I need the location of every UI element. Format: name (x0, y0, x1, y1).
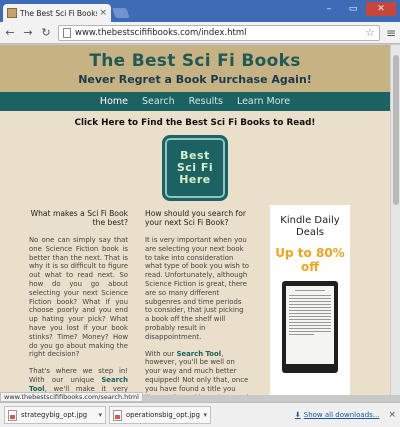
column-paragraph: With our Search Tool, however, you'll be… (145, 350, 249, 395)
search-tool-link[interactable]: Search Tool (176, 350, 221, 358)
nav-home[interactable]: Home (100, 96, 128, 107)
chevron-down-icon[interactable]: ▾ (98, 411, 102, 419)
nav-learn-more[interactable]: Learn More (237, 96, 290, 107)
paragraph-text: With our (145, 349, 177, 358)
column-heading: How should you search for your next Sci … (145, 209, 246, 227)
download-filename: operationsbig_opt.jpg (126, 411, 200, 419)
window-controls: – ▭ ✕ (318, 2, 396, 16)
site-tagline: Never Regret a Book Purchase Again! (78, 73, 312, 86)
main-nav: Home Search Results Learn More (0, 92, 390, 111)
column-heading: What makes a Sci Fi Book the best? (30, 209, 128, 227)
maximize-button[interactable]: ▭ (342, 2, 364, 16)
show-all-downloads-link[interactable]: ⬇ Show all downloads... (295, 411, 380, 419)
page-viewport: The Best Sci Fi Books Never Regret a Boo… (0, 45, 390, 395)
column-what-makes-best: What makes a Sci Fi Book the best? No on… (29, 209, 128, 395)
chevron-down-icon[interactable]: ▾ (203, 411, 207, 419)
tab-title: The Best Sci Fi Books: Ne (20, 8, 97, 18)
browser-window: The Best Sci Fi Books: Ne × – ▭ ✕ ← → ↻ … (0, 0, 400, 427)
downloads-icon: ⬇ (294, 411, 301, 419)
favicon-icon (7, 8, 17, 18)
nav-results[interactable]: Results (189, 96, 223, 107)
browser-tab[interactable]: The Best Sci Fi Books: Ne × (3, 4, 111, 22)
kindle-screen (286, 286, 334, 364)
back-button[interactable]: ← (4, 26, 16, 39)
tab-close-icon[interactable]: × (99, 8, 107, 18)
kindle-ad[interactable]: Kindle Daily Deals Up to 80% off (270, 205, 350, 395)
scrollbar-thumb[interactable] (393, 55, 399, 205)
site-header: The Best Sci Fi Books Never Regret a Boo… (0, 45, 390, 92)
new-tab-button[interactable] (112, 8, 130, 18)
column-how-to-search: How should you search for your next Sci … (145, 209, 249, 395)
download-item[interactable]: operationsbig_opt.jpg ▾ (109, 406, 211, 424)
ad-headline: Kindle Daily Deals (280, 215, 340, 238)
address-bar[interactable]: www.thebestscififibooks.com/index.html ☆ (58, 24, 380, 41)
minimize-button[interactable]: – (318, 2, 340, 16)
column-paragraph: That's where we step in! With our unique… (29, 367, 128, 395)
kindle-device-image (282, 281, 338, 373)
logo-line: Here (179, 173, 211, 186)
ad-discount: Up to 80% off (275, 246, 345, 274)
page-icon (63, 27, 71, 38)
browser-toolbar: ← → ↻ www.thebestscififibooks.com/index.… (0, 22, 400, 44)
download-filename: strategybig_opt.jpg (21, 411, 88, 419)
bookmark-star-icon[interactable]: ☆ (365, 26, 375, 39)
download-item[interactable]: strategybig_opt.jpg ▾ (4, 406, 106, 424)
column-paragraph: No one can simply say that one Science F… (29, 236, 128, 359)
close-window-button[interactable]: ✕ (366, 2, 396, 16)
nav-search[interactable]: Search (142, 96, 175, 107)
column-paragraph: It is very important when you are select… (145, 236, 249, 341)
downloads-bar: strategybig_opt.jpg ▾ operationsbig_opt.… (0, 402, 400, 427)
address-url: www.thebestscififibooks.com/index.html (75, 27, 247, 38)
cta-link[interactable]: Click Here to Find the Best Sci Fi Books… (0, 118, 390, 128)
site-title: The Best Sci Fi Books (89, 51, 301, 71)
image-file-icon (8, 409, 17, 421)
content-columns: What makes a Sci Fi Book the best? No on… (0, 201, 390, 395)
site-logo[interactable]: Best Sci Fi Here (162, 135, 228, 201)
close-downloads-bar-icon[interactable]: × (388, 410, 396, 420)
image-file-icon (113, 409, 122, 421)
reload-button[interactable]: ↻ (40, 26, 52, 39)
status-bar-url: www.thebestscififibooks.com/search.html (0, 392, 143, 402)
show-all-label: Show all downloads... (303, 411, 380, 419)
browser-menu-button[interactable]: ≡ (386, 26, 396, 40)
forward-button[interactable]: → (22, 26, 34, 39)
page-scrollbar[interactable] (390, 45, 400, 395)
tab-strip: The Best Sci Fi Books: Ne × – ▭ ✕ (0, 0, 400, 22)
